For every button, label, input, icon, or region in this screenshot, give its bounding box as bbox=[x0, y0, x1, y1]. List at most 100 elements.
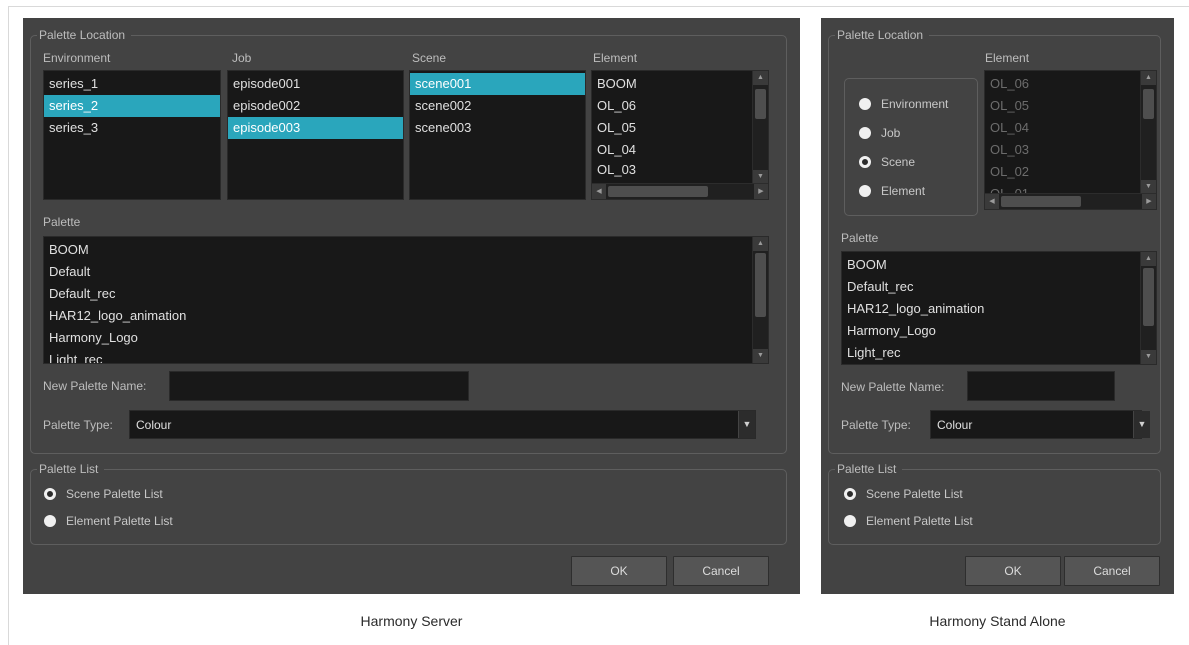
palette-list[interactable]: BOOM Default Default_rec HAR12_logo_anim… bbox=[43, 236, 769, 364]
environment-radio[interactable]: Environment bbox=[859, 95, 974, 113]
environment-item-2-selected[interactable]: series_2 bbox=[44, 95, 220, 117]
server-dialog: Palette Location Environment Job Scene E… bbox=[23, 18, 800, 594]
palette-type-combo[interactable]: Colour bbox=[129, 410, 756, 439]
scroll-up-icon[interactable]: ▲ bbox=[1141, 71, 1156, 85]
job-label: Job bbox=[232, 51, 252, 65]
palette-item-1[interactable]: BOOM bbox=[44, 239, 752, 261]
radio-unchecked-icon[interactable] bbox=[844, 515, 856, 527]
standalone-element-item-5[interactable]: OL_02 bbox=[985, 161, 1140, 183]
scroll-down-icon[interactable]: ▼ bbox=[1141, 180, 1156, 194]
palette-item-6[interactable]: Light_rec bbox=[44, 349, 752, 363]
scroll-left-icon[interactable]: ◀ bbox=[985, 194, 999, 209]
radio-checked-icon[interactable] bbox=[44, 488, 56, 500]
environment-label: Environment bbox=[43, 51, 111, 65]
standalone-cancel-button[interactable]: Cancel bbox=[1064, 556, 1160, 586]
scene-item-2[interactable]: scene002 bbox=[410, 95, 585, 117]
standalone-palette-vscroll[interactable]: ▲ ▼ bbox=[1140, 252, 1156, 364]
ok-button[interactable]: OK bbox=[571, 556, 667, 586]
radio-unchecked-icon[interactable] bbox=[859, 185, 871, 197]
environment-item-1[interactable]: series_1 bbox=[44, 73, 220, 95]
scroll-up-icon[interactable]: ▲ bbox=[753, 237, 768, 251]
standalone-element-hscroll[interactable]: ◀ ▶ bbox=[985, 193, 1156, 209]
scroll-up-icon[interactable]: ▲ bbox=[753, 71, 768, 85]
new-palette-name-label: New Palette Name: bbox=[43, 379, 147, 393]
radio-unchecked-icon[interactable] bbox=[859, 127, 871, 139]
standalone-scene-palette-list-label: Scene Palette List bbox=[866, 487, 963, 501]
standalone-dialog: Palette Location Environment Job Scene E… bbox=[821, 18, 1174, 594]
standalone-element-list[interactable]: OL_06 OL_05 OL_04 OL_03 OL_02 OL_01 ▲ ▼ … bbox=[984, 70, 1157, 210]
scene-item-3[interactable]: scene003 bbox=[410, 117, 585, 139]
job-item-1[interactable]: episode001 bbox=[228, 73, 403, 95]
scroll-up-icon[interactable]: ▲ bbox=[1141, 252, 1156, 266]
standalone-element-item-1[interactable]: OL_06 bbox=[985, 73, 1140, 95]
job-item-2[interactable]: episode002 bbox=[228, 95, 403, 117]
standalone-palette-item-5[interactable]: Light_rec bbox=[842, 342, 1140, 364]
palette-vscroll-thumb[interactable] bbox=[755, 253, 766, 317]
job-radio-label: Job bbox=[881, 126, 901, 140]
chevron-down-icon[interactable]: ▼ bbox=[738, 411, 755, 438]
element-list-hscroll[interactable]: ◀ ▶ bbox=[592, 183, 768, 199]
scroll-down-icon[interactable]: ▼ bbox=[753, 349, 768, 363]
element-item-2[interactable]: OL_06 bbox=[592, 95, 752, 117]
element-palette-list-radio[interactable]: Element Palette List bbox=[44, 512, 264, 530]
standalone-palette-type-combo[interactable]: Colour bbox=[930, 410, 1142, 439]
standalone-palette-item-2[interactable]: Default_rec bbox=[842, 276, 1140, 298]
standalone-element-hscroll-thumb[interactable] bbox=[1001, 196, 1081, 207]
scroll-left-icon[interactable]: ◀ bbox=[592, 184, 606, 199]
scene-item-1-selected[interactable]: scene001 bbox=[410, 73, 585, 95]
job-radio[interactable]: Job bbox=[859, 124, 974, 142]
palette-item-4[interactable]: HAR12_logo_animation bbox=[44, 305, 752, 327]
environment-list[interactable]: series_1 series_2 series_3 bbox=[43, 70, 221, 200]
standalone-palette-item-1[interactable]: BOOM bbox=[842, 254, 1140, 276]
element-hscroll-thumb[interactable] bbox=[608, 186, 708, 197]
standalone-palette-type-value: Colour bbox=[937, 418, 973, 432]
standalone-element-vscroll-thumb[interactable] bbox=[1143, 89, 1154, 119]
radio-unchecked-icon[interactable] bbox=[44, 515, 56, 527]
element-item-3[interactable]: OL_05 bbox=[592, 117, 752, 139]
palette-list-vscroll[interactable]: ▲ ▼ bbox=[752, 237, 768, 363]
chevron-down-icon[interactable]: ▼ bbox=[1133, 411, 1150, 438]
scene-radio[interactable]: Scene bbox=[859, 153, 974, 171]
element-item-1[interactable]: BOOM bbox=[592, 73, 752, 95]
standalone-element-item-2[interactable]: OL_05 bbox=[985, 95, 1140, 117]
standalone-palette-list[interactable]: BOOM Default_rec HAR12_logo_animation Ha… bbox=[841, 251, 1157, 365]
standalone-ok-button[interactable]: OK bbox=[965, 556, 1061, 586]
standalone-element-item-4[interactable]: OL_03 bbox=[985, 139, 1140, 161]
scroll-down-icon[interactable]: ▼ bbox=[1141, 350, 1156, 364]
element-vscroll-thumb[interactable] bbox=[755, 89, 766, 119]
standalone-palette-item-3[interactable]: HAR12_logo_animation bbox=[842, 298, 1140, 320]
standalone-location-title: Palette Location bbox=[835, 28, 930, 42]
radio-unchecked-icon[interactable] bbox=[859, 98, 871, 110]
scroll-right-icon[interactable]: ▶ bbox=[754, 184, 768, 199]
standalone-palette-vscroll-thumb[interactable] bbox=[1143, 268, 1154, 326]
element-item-4[interactable]: OL_04 bbox=[592, 139, 752, 161]
standalone-element-item-3[interactable]: OL_04 bbox=[985, 117, 1140, 139]
palette-type-label: Palette Type: bbox=[43, 418, 113, 432]
element-radio-label: Element bbox=[881, 184, 926, 198]
job-list[interactable]: episode001 episode002 episode003 bbox=[227, 70, 404, 200]
standalone-scene-palette-list-radio[interactable]: Scene Palette List bbox=[844, 485, 1044, 503]
element-item-5[interactable]: OL_03 bbox=[592, 161, 752, 179]
element-radio[interactable]: Element bbox=[859, 182, 974, 200]
standalone-palette-type-label: Palette Type: bbox=[841, 418, 911, 432]
element-list[interactable]: BOOM OL_06 OL_05 OL_04 OL_03 ▲ ▼ ◀ ▶ bbox=[591, 70, 769, 200]
palette-item-2[interactable]: Default bbox=[44, 261, 752, 283]
frame-left-border bbox=[8, 6, 9, 645]
element-list-vscroll[interactable]: ▲ ▼ bbox=[752, 71, 768, 184]
radio-checked-icon[interactable] bbox=[844, 488, 856, 500]
cancel-button[interactable]: Cancel bbox=[673, 556, 769, 586]
environment-item-3[interactable]: series_3 bbox=[44, 117, 220, 139]
standalone-palette-item-4[interactable]: Harmony_Logo bbox=[842, 320, 1140, 342]
standalone-new-palette-name-input[interactable] bbox=[967, 371, 1115, 401]
standalone-element-vscroll[interactable]: ▲ ▼ bbox=[1140, 71, 1156, 194]
scene-list[interactable]: scene001 scene002 scene003 bbox=[409, 70, 586, 200]
job-item-3-selected[interactable]: episode003 bbox=[228, 117, 403, 139]
scroll-down-icon[interactable]: ▼ bbox=[753, 170, 768, 184]
scroll-right-icon[interactable]: ▶ bbox=[1142, 194, 1156, 209]
new-palette-name-input[interactable] bbox=[169, 371, 469, 401]
palette-item-3[interactable]: Default_rec bbox=[44, 283, 752, 305]
radio-checked-icon[interactable] bbox=[859, 156, 871, 168]
scene-palette-list-radio[interactable]: Scene Palette List bbox=[44, 485, 264, 503]
standalone-element-palette-list-radio[interactable]: Element Palette List bbox=[844, 512, 1044, 530]
palette-item-5[interactable]: Harmony_Logo bbox=[44, 327, 752, 349]
